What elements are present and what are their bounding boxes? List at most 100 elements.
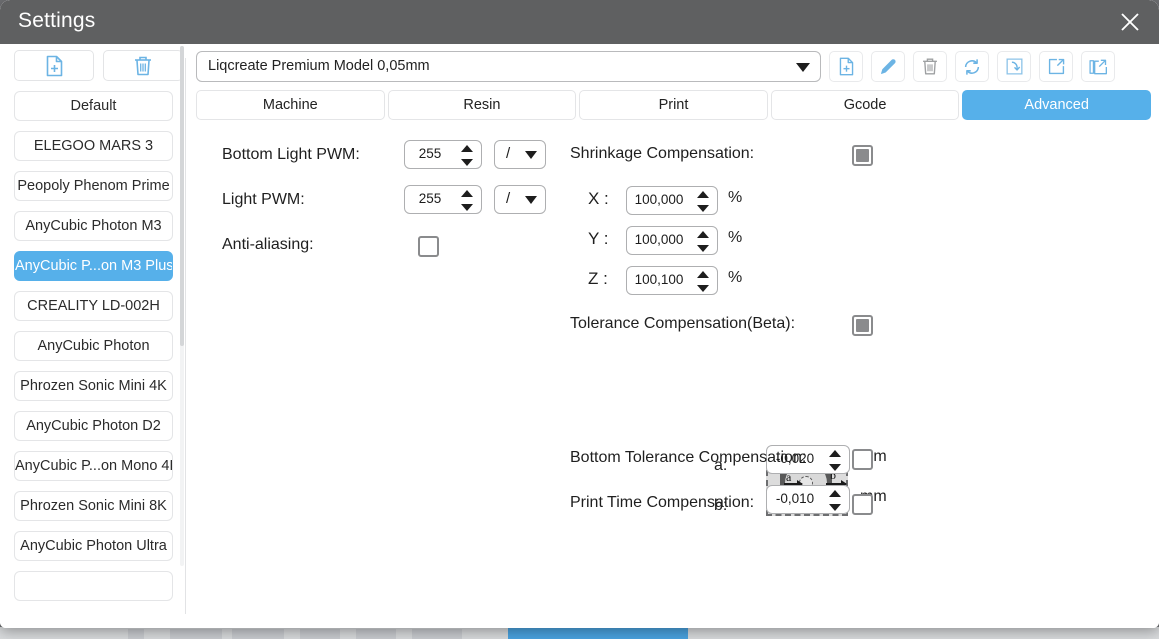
advanced-tab-panel: Bottom Light PWM: 255 / Light PWM: 255 /…: [186, 132, 1159, 628]
resin-profile-value: Liqcreate Premium Model 0,05mm: [208, 58, 430, 74]
tolerance-compensation-label: Tolerance Compensation(Beta):: [570, 315, 796, 332]
printer-list-item[interactable]: AnyCubic Photon M3: [14, 211, 173, 241]
light-pwm-value: 255: [418, 191, 442, 206]
stepper-down-icon: [461, 204, 473, 211]
shrinkage-z-value: 100,100: [634, 272, 684, 287]
chevron-down-icon: [525, 151, 537, 159]
printer-list-item[interactable]: AnyCubic P...on Mono 4K: [14, 451, 173, 481]
trash-icon: [135, 56, 151, 75]
stepper-up-icon: [461, 190, 473, 197]
chevron-down-icon: [796, 63, 810, 72]
scrollbar-thumb[interactable]: [180, 46, 184, 346]
printer-list[interactable]: Default ELEGOO MARS 3 Peopoly Phenom Pri…: [0, 91, 185, 628]
tab-print[interactable]: Print: [579, 90, 768, 120]
light-pwm-stepper[interactable]: [461, 190, 473, 211]
anti-aliasing-checkbox[interactable]: [418, 236, 439, 257]
settings-tabs: Machine Resin Print Gcode Advanced: [196, 90, 1151, 120]
stepper-down-icon: [697, 205, 709, 212]
printer-list-item[interactable]: Peopoly Phenom Prime: [14, 171, 173, 201]
printer-list-item[interactable]: [14, 571, 173, 601]
printer-list-item[interactable]: AnyCubic Photon D2: [14, 411, 173, 441]
shrinkage-y-spinner[interactable]: 100,000: [626, 226, 718, 255]
settings-dialog: Settings Default ELEGOO MARS 3 Peopoly P…: [0, 0, 1159, 628]
printer-list-item[interactable]: AnyCubic Photon Ultra: [14, 531, 173, 561]
printer-list-item[interactable]: Phrozen Sonic Mini 4K: [14, 371, 173, 401]
import-profile-button[interactable]: [997, 51, 1031, 82]
shrinkage-z-unit: %: [728, 269, 743, 286]
printer-pane: Default ELEGOO MARS 3 Peopoly Phenom Pri…: [0, 44, 185, 628]
backdrop-accent-bar: [508, 628, 688, 639]
bottom-light-pwm-value: 255: [418, 146, 442, 161]
backdrop-chip: [170, 629, 222, 639]
bottom-light-pwm-stepper[interactable]: [461, 145, 473, 166]
tab-resin[interactable]: Resin: [387, 90, 577, 120]
stepper-down-icon: [829, 504, 841, 511]
shrinkage-y-stepper[interactable]: [697, 231, 709, 252]
page-title: Settings: [18, 9, 96, 32]
tab-advanced[interactable]: Advanced: [962, 90, 1151, 120]
delete-resin-profile-button[interactable]: [913, 51, 947, 82]
shrinkage-x-spinner[interactable]: 100,000: [626, 186, 718, 215]
shrinkage-compensation-checkbox[interactable]: [852, 145, 873, 166]
printer-actions: [14, 50, 183, 81]
backdrop-chip: [128, 629, 144, 639]
refresh-icon: [964, 58, 980, 75]
printer-list-item[interactable]: Phrozen Sonic Mini 8K: [14, 491, 173, 521]
bottom-tolerance-compensation-checkbox[interactable]: [852, 449, 873, 470]
backdrop-chip: [232, 629, 284, 639]
shrinkage-z-spinner[interactable]: 100,100: [626, 266, 718, 295]
light-pwm-label: Light PWM:: [222, 191, 305, 208]
bottom-light-pwm-spinner[interactable]: 255: [404, 140, 482, 169]
shrinkage-z-stepper[interactable]: [697, 271, 709, 292]
export-arrow-icon: [1048, 58, 1064, 75]
bottom-light-pwm-mode-dropdown[interactable]: /: [494, 140, 546, 169]
shrinkage-x-stepper[interactable]: [697, 191, 709, 212]
tab-machine[interactable]: Machine: [196, 90, 385, 120]
reset-profile-button[interactable]: [955, 51, 989, 82]
settings-pane: Liqcreate Premium Model 0,05mm Machine R…: [186, 44, 1159, 628]
edit-profile-button[interactable]: [871, 51, 905, 82]
delete-profile-button[interactable]: [103, 50, 183, 81]
printer-list-item[interactable]: AnyCubic Photon: [14, 331, 173, 361]
stepper-up-icon: [461, 145, 473, 152]
tolerance-b-value: -0,010: [775, 491, 815, 506]
bottom-tolerance-compensation-label: Bottom Tolerance Compensation:: [570, 449, 807, 466]
shrinkage-z-label: Z :: [588, 269, 608, 288]
tab-gcode[interactable]: Gcode: [770, 90, 960, 120]
close-icon: [1121, 13, 1139, 31]
printer-list-scrollbar[interactable]: [180, 46, 184, 566]
printer-list-item-selected[interactable]: AnyCubic P...on M3 Plus: [14, 251, 173, 281]
printer-list-item[interactable]: ELEGOO MARS 3: [14, 131, 173, 161]
new-profile-button[interactable]: [14, 50, 94, 81]
tolerance-b-stepper[interactable]: [829, 490, 841, 511]
anti-aliasing-label: Anti-aliasing:: [222, 236, 314, 253]
tolerance-compensation-checkbox[interactable]: [852, 315, 873, 336]
shrinkage-y-label: Y :: [588, 229, 609, 248]
stepper-up-icon: [697, 191, 709, 198]
title-bar: Settings: [0, 0, 1159, 44]
profile-toolbar: Liqcreate Premium Model 0,05mm: [196, 50, 1151, 83]
export-profile-button[interactable]: [1039, 51, 1073, 82]
tolerance-b-spinner[interactable]: -0,010: [766, 485, 850, 514]
stepper-down-icon: [697, 245, 709, 252]
light-pwm-mode-dropdown[interactable]: /: [494, 185, 546, 214]
stepper-up-icon: [697, 271, 709, 278]
export-all-icon: [1089, 59, 1107, 74]
shrinkage-x-unit: %: [728, 189, 743, 206]
bottom-light-pwm-mode-value: /: [506, 145, 511, 162]
printer-list-item[interactable]: Default: [14, 91, 173, 121]
import-arrow-icon: [1006, 58, 1022, 75]
print-time-compensation-checkbox[interactable]: [852, 494, 873, 515]
light-pwm-spinner[interactable]: 255: [404, 185, 482, 214]
close-button[interactable]: [1101, 0, 1159, 44]
dialog-body: Default ELEGOO MARS 3 Peopoly Phenom Pri…: [0, 44, 1159, 628]
file-plus-icon: [46, 55, 62, 76]
resin-profile-dropdown[interactable]: Liqcreate Premium Model 0,05mm: [196, 51, 821, 82]
new-resin-profile-button[interactable]: [829, 51, 863, 82]
printer-list-item[interactable]: CREALITY LD-002H: [14, 291, 173, 321]
stepper-down-icon: [829, 464, 841, 471]
tolerance-a-stepper[interactable]: [829, 450, 841, 471]
stepper-down-icon: [461, 159, 473, 166]
export-all-profiles-button[interactable]: [1081, 51, 1115, 82]
backdrop-chip: [300, 629, 340, 639]
